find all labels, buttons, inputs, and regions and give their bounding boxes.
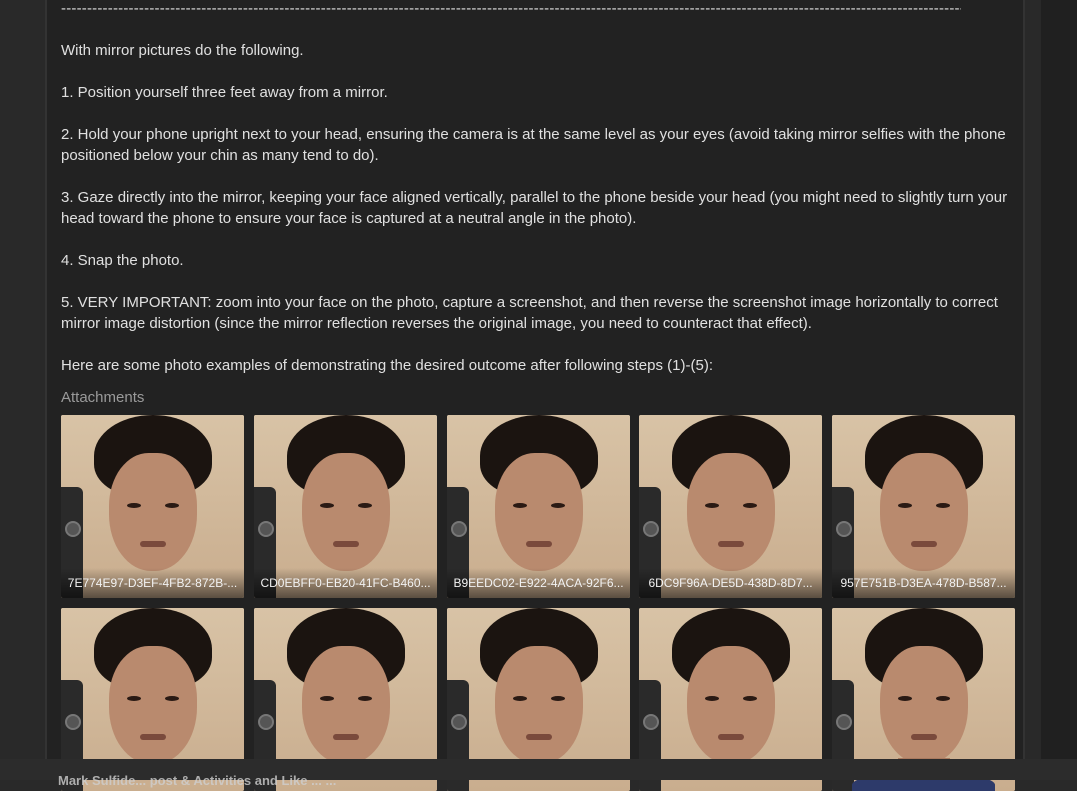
paragraph-step-3: 3. Gaze directly into the mirror, keepin… <box>61 189 1008 227</box>
attachments-label: Attachments <box>61 389 145 406</box>
paragraph-step-5: 5. VERY IMPORTANT: zoom into your face o… <box>61 294 998 332</box>
attachment-caption: 957E751B-D3EA-478D-B587... <box>832 568 1015 598</box>
right-gutter <box>1041 0 1077 780</box>
attachment-thumbnail[interactable]: 6DC9F96A-DE5D-438D-8D7... <box>639 415 822 598</box>
attachment-caption: CD0EBFF0-EB20-41FC-B460... <box>254 568 437 598</box>
paragraph-intro: With mirror pictures do the following. <box>61 42 304 59</box>
attachment-thumbnail[interactable]: B9EEDC02-E922-4ACA-92F6... <box>447 415 630 598</box>
attachment-thumbnail[interactable]: 7E774E97-D3EF-4FB2-872B-... <box>61 415 244 598</box>
attachment-thumbnail[interactable]: CD0EBFF0-EB20-41FC-B460... <box>254 415 437 598</box>
paragraph-examples: Here are some photo examples of demonstr… <box>61 357 713 374</box>
attachment-caption: 7E774E97-D3EF-4FB2-872B-... <box>61 568 244 598</box>
post-body: ----------------------------------------… <box>47 0 1023 791</box>
post-panel: ----------------------------------------… <box>45 0 1025 791</box>
paragraph-step-1: 1. Position yourself three feet away fro… <box>61 84 388 101</box>
bottom-bar: Mark Sulfide... post & Activities and Li… <box>0 759 1077 788</box>
separator-line: ----------------------------------------… <box>61 0 961 17</box>
attachment-caption: B9EEDC02-E922-4ACA-92F6... <box>447 568 630 598</box>
bottom-bar-text: Mark Sulfide... post & Activities and Li… <box>58 773 337 788</box>
attachment-thumbnail[interactable]: 957E751B-D3EA-478D-B587... <box>832 415 1015 598</box>
attachment-caption: 6DC9F96A-DE5D-438D-8D7... <box>639 568 822 598</box>
paragraph-step-2: 2. Hold your phone upright next to your … <box>61 126 1006 164</box>
paragraph-step-4: 4. Snap the photo. <box>61 252 184 269</box>
